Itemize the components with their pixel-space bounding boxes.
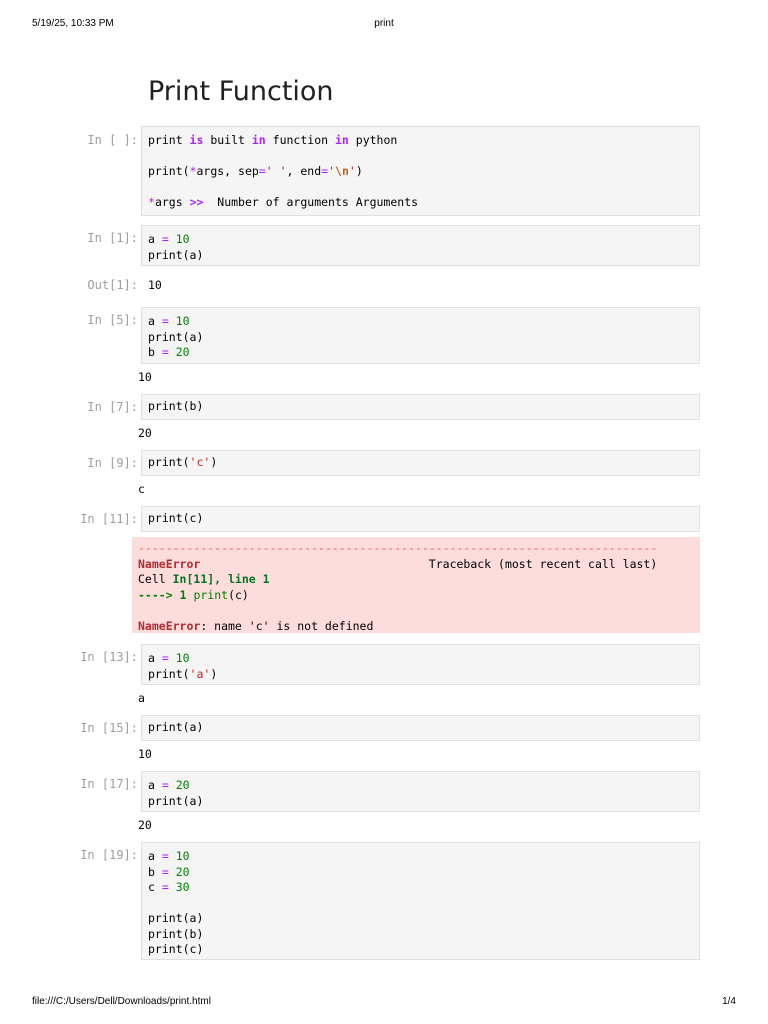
code-editor[interactable]: a = 10 print(a) [142, 226, 699, 269]
print-file-path: file:///C:/Users/Dell/Downloads/print.ht… [32, 996, 211, 1007]
cell-output: 10 [148, 278, 162, 292]
cell-prompt: In [ ]: [87, 133, 138, 147]
cell-prompt: In [1]: [87, 231, 138, 245]
code-cell[interactable]: print(c) [141, 506, 700, 532]
cell-prompt: In [13]: [80, 650, 138, 664]
error-traceback: ----------------------------------------… [132, 537, 700, 633]
code-editor[interactable]: a = 20 print(a) [142, 772, 699, 815]
print-header: 5/19/25, 10:33 PM print [32, 18, 736, 32]
code-editor[interactable]: print('c') [142, 451, 699, 477]
print-page-number: 1/4 [722, 996, 736, 1007]
code-cell[interactable]: a = 20 print(a) [141, 771, 700, 812]
cell-prompt: In [15]: [80, 721, 138, 735]
code-editor[interactable]: a = 10 print(a) b = 20 [142, 308, 699, 367]
code-editor[interactable]: print(c) [142, 507, 699, 533]
code-cell[interactable]: print('c') [141, 450, 700, 476]
code-cell[interactable]: print(a) [141, 715, 700, 741]
code-cell[interactable]: a = 10 b = 20 c = 30 print(a) print(b) p… [141, 842, 700, 960]
code-editor[interactable]: a = 10 b = 20 c = 30 print(a) print(b) p… [142, 843, 699, 964]
print-footer: file:///C:/Users/Dell/Downloads/print.ht… [32, 996, 736, 1010]
code-cell[interactable]: print is built in function in python pri… [141, 126, 700, 216]
cell-prompt: In [19]: [80, 848, 138, 862]
cell-prompt: In [9]: [87, 456, 138, 470]
notebook-title: Print Function [148, 76, 334, 107]
cell-output: 20 [138, 818, 152, 832]
cell-prompt: In [11]: [80, 512, 138, 526]
cell-output: c [138, 482, 145, 496]
print-doc-title: print [374, 18, 394, 29]
code-cell[interactable]: a = 10 print(a) b = 20 [141, 307, 700, 364]
cell-output: 20 [138, 426, 152, 440]
cell-prompt: In [7]: [87, 400, 138, 414]
cell-output: a [138, 691, 145, 705]
code-cell[interactable]: a = 10 print(a) [141, 225, 700, 266]
cell-prompt: In [5]: [87, 313, 138, 327]
code-editor[interactable]: print is built in function in python pri… [142, 127, 699, 217]
code-cell[interactable]: a = 10 print('a') [141, 644, 700, 685]
code-cell[interactable]: print(b) [141, 394, 700, 420]
cell-prompt: In [17]: [80, 777, 138, 791]
code-editor[interactable]: a = 10 print('a') [142, 645, 699, 688]
output-prompt: Out[1]: [87, 278, 138, 292]
code-editor[interactable]: print(a) [142, 716, 699, 742]
code-editor[interactable]: print(b) [142, 395, 699, 421]
cell-output: 10 [138, 370, 152, 384]
cell-output: 10 [138, 747, 152, 761]
